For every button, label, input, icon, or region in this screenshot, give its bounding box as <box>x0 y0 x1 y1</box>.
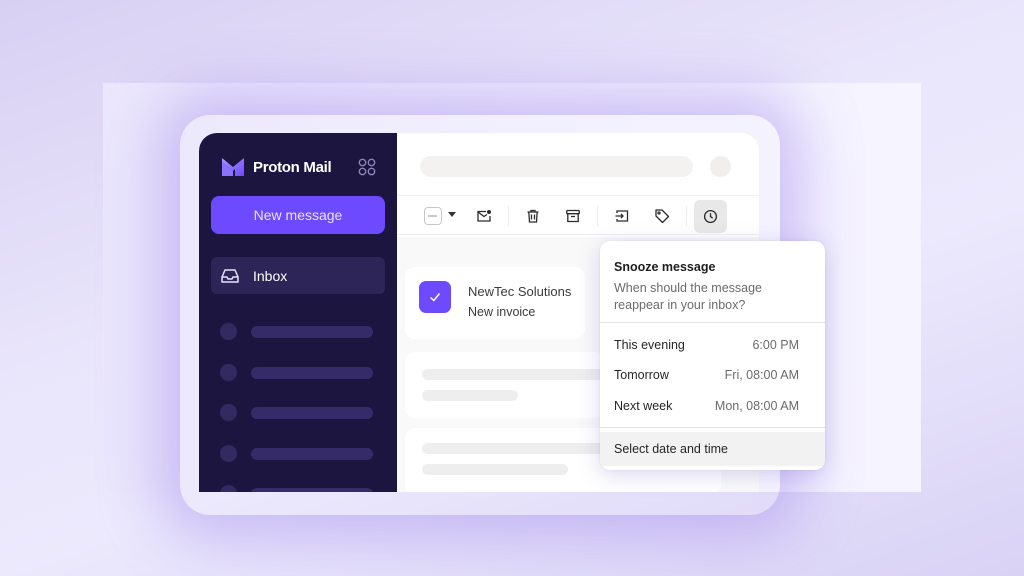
placeholder-bar <box>251 406 373 419</box>
snooze-option-this-evening[interactable]: This evening 6:00 PM <box>600 330 825 360</box>
sidebar: Proton Mail New message Inbox <box>199 133 397 492</box>
sidebar-item-inbox[interactable]: Inbox <box>211 257 385 294</box>
toolbar-divider <box>597 206 598 226</box>
popover-divider <box>600 427 825 428</box>
placeholder-bar <box>251 487 373 492</box>
brand: Proton Mail <box>221 157 332 177</box>
placeholder-line <box>422 464 568 475</box>
toolbar-divider <box>686 206 687 226</box>
placeholder-dot <box>220 404 237 421</box>
sidebar-item-label: Inbox <box>253 267 288 284</box>
snooze-option-tomorrow[interactable]: Tomorrow Fri, 08:00 AM <box>600 360 825 390</box>
tag-icon <box>655 209 670 224</box>
sidebar-placeholder-row <box>220 404 373 421</box>
toolbar <box>397 195 759 235</box>
option-time: Fri, 08:00 AM <box>724 368 799 382</box>
option-time: 6:00 PM <box>752 338 799 352</box>
message-sender: NewTec Solutions <box>468 284 572 299</box>
envelope-dot-icon <box>477 210 491 222</box>
option-time: Mon, 08:00 AM <box>714 399 799 413</box>
apps-grid-icon[interactable] <box>358 158 376 176</box>
snooze-button[interactable] <box>694 200 727 233</box>
list-item[interactable]: NewTec Solutions New invoice <box>405 267 585 339</box>
placeholder-bar <box>251 325 373 338</box>
placeholder-dot <box>220 323 237 340</box>
popover-description: When should the message reappear in your… <box>614 281 763 312</box>
option-label: Tomorrow <box>614 368 669 382</box>
placeholder-bar <box>251 366 373 379</box>
select-date-time-option[interactable]: Select date and time <box>600 432 825 466</box>
delete-button[interactable] <box>521 204 545 228</box>
popover-title: Snooze message <box>614 260 716 274</box>
proton-logo-icon <box>222 158 244 176</box>
sidebar-placeholder-row <box>220 364 373 381</box>
label-button[interactable] <box>650 204 674 228</box>
option-label: Next week <box>614 399 673 413</box>
archive-icon <box>566 209 580 223</box>
clock-icon <box>703 209 718 224</box>
inbox-icon <box>221 268 239 283</box>
popover-divider <box>600 322 825 323</box>
snooze-option-next-week[interactable]: Next week Mon, 08:00 AM <box>600 391 825 421</box>
snooze-popover: Snooze message When should the message r… <box>600 241 825 470</box>
caret-down-icon[interactable] <box>448 212 456 217</box>
sidebar-placeholder-row <box>220 445 373 462</box>
toolbar-divider <box>508 206 509 226</box>
placeholder-bar <box>251 447 373 460</box>
placeholder-line <box>422 390 518 401</box>
list-item-placeholder <box>405 352 612 418</box>
archive-button[interactable] <box>561 204 585 228</box>
placeholder-line <box>422 443 612 454</box>
trash-icon <box>527 209 539 223</box>
move-to-button[interactable] <box>610 204 634 228</box>
placeholder-dot <box>220 364 237 381</box>
avatar-placeholder[interactable] <box>710 156 731 177</box>
sidebar-placeholder-row <box>220 323 373 340</box>
mark-unread-button[interactable] <box>472 204 496 228</box>
move-folder-icon <box>615 210 629 222</box>
message-subject: New invoice <box>468 305 536 319</box>
sidebar-placeholder-row <box>220 485 373 492</box>
message-checkbox[interactable] <box>419 281 451 313</box>
placeholder-line <box>422 369 612 380</box>
search-bar-placeholder[interactable] <box>420 156 693 177</box>
placeholder-dot <box>220 445 237 462</box>
check-icon <box>429 293 441 302</box>
select-all-checkbox[interactable] <box>424 207 442 225</box>
placeholder-dot <box>220 485 237 492</box>
option-label: This evening <box>614 338 685 352</box>
new-message-button[interactable]: New message <box>211 196 385 234</box>
brand-name: Proton Mail <box>253 158 332 176</box>
